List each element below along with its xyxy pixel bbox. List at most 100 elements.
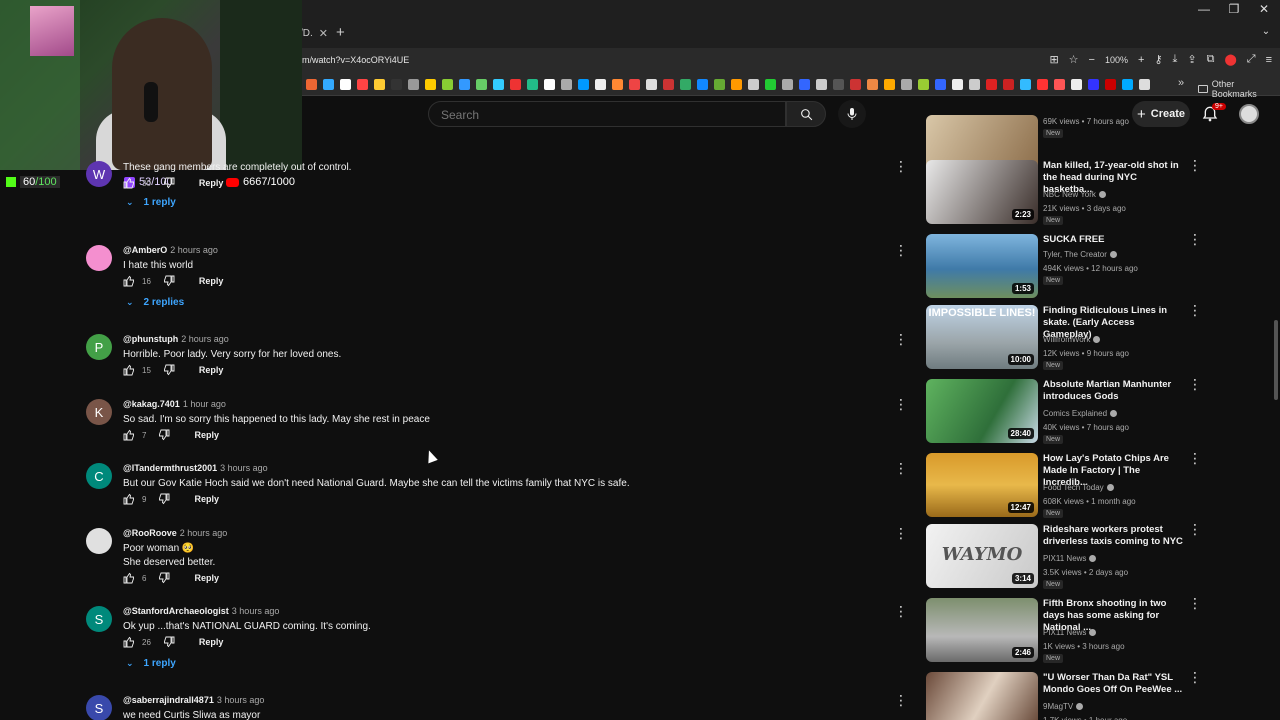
channel-name[interactable]: NBC New York [1043, 188, 1106, 201]
bookmark-favicon-icon[interactable] [952, 79, 963, 90]
channel-name[interactable]: 9MagTV [1043, 700, 1084, 713]
bookmark-favicon-icon[interactable] [374, 79, 385, 90]
bookmark-favicon-icon[interactable] [867, 79, 878, 90]
channel-name[interactable]: PIX11 News [1043, 626, 1097, 639]
comment-username[interactable]: @phunstuph [123, 334, 178, 344]
thumbs-down-icon[interactable] [163, 636, 175, 648]
channel-name[interactable]: Food Tech Today [1043, 481, 1114, 494]
channel-name[interactable]: Comics Explained [1043, 407, 1118, 420]
reply-button[interactable]: Reply [199, 276, 224, 286]
bookmark-favicon-icon[interactable] [1071, 79, 1082, 90]
reply-button[interactable]: Reply [199, 178, 224, 188]
bookmark-favicon-icon[interactable] [527, 79, 538, 90]
bookmark-favicon-icon[interactable] [544, 79, 555, 90]
recommended-video[interactable]: 2:46 Fifth Bronx shooting in two days has… [926, 596, 1202, 664]
new-tab-button[interactable]: + [336, 24, 345, 41]
key-icon[interactable]: ⚷ [1154, 53, 1162, 66]
recommended-video[interactable]: IMPOSSIBLE LINES! 10:00 Finding Ridiculous… [926, 303, 1202, 371]
video-more-options-icon[interactable]: ⋮ [1188, 158, 1202, 172]
bookmark-favicon-icon[interactable] [408, 79, 419, 90]
search-box[interactable] [428, 101, 786, 128]
browser-menu-icon[interactable]: ≡ [1266, 54, 1272, 66]
bookmark-favicon-icon[interactable] [986, 79, 997, 90]
browser-tab[interactable]: /D. ✕ [300, 22, 328, 44]
thumbs-down-icon[interactable] [158, 493, 170, 505]
thumbs-down-icon[interactable] [163, 275, 175, 287]
other-bookmarks[interactable]: Other Bookmarks [1198, 79, 1280, 99]
reply-button[interactable]: Reply [199, 365, 224, 375]
video-thumbnail[interactable]: 2:23 [926, 160, 1038, 224]
voice-search-button[interactable] [838, 100, 866, 128]
bookmark-favicon-icon[interactable] [663, 79, 674, 90]
bookmark-favicon-icon[interactable] [1139, 79, 1150, 90]
bookmark-favicon-icon[interactable] [1054, 79, 1065, 90]
commenter-avatar[interactable]: S [86, 695, 112, 720]
bookmark-favicon-icon[interactable] [901, 79, 912, 90]
thumbs-up-icon[interactable] [123, 364, 135, 376]
bookmark-favicon-icon[interactable] [357, 79, 368, 90]
thumbs-down-icon[interactable] [158, 572, 170, 584]
video-thumbnail[interactable] [926, 672, 1038, 720]
bookmark-favicon-icon[interactable] [323, 79, 334, 90]
bookmark-favicon-icon[interactable] [918, 79, 929, 90]
install-app-icon[interactable]: ⊞ [1049, 53, 1058, 66]
recommended-video[interactable]: "U Worser Than Da Rat" YSL Mondo Goes Of… [926, 670, 1202, 720]
share-icon[interactable]: ⇪ [1187, 53, 1196, 66]
comment-timestamp[interactable]: 2 hours ago [170, 245, 218, 255]
video-thumbnail[interactable]: WAYMO 3:14 [926, 524, 1038, 588]
video-thumbnail[interactable]: 2:46 [926, 598, 1038, 662]
download-icon[interactable]: ⤓ [1173, 53, 1178, 66]
reply-button[interactable]: Reply [199, 637, 224, 647]
bookmark-favicon-icon[interactable] [476, 79, 487, 90]
bookmark-favicon-icon[interactable] [731, 79, 742, 90]
comment-timestamp[interactable]: 2 hours ago [180, 528, 228, 538]
comment-more-options-icon[interactable]: ⋮ [894, 693, 908, 707]
comment-timestamp[interactable]: 2 hours ago [181, 334, 229, 344]
page-scrollbar[interactable] [1274, 320, 1278, 400]
minimize-icon[interactable]: — [1194, 2, 1214, 16]
video-more-options-icon[interactable]: ⋮ [1188, 377, 1202, 391]
commenter-avatar[interactable]: P [86, 334, 112, 360]
bookmark-favicon-icon[interactable] [1003, 79, 1014, 90]
bookmark-favicon-icon[interactable] [680, 79, 691, 90]
thumbs-up-icon[interactable] [123, 572, 135, 584]
video-thumbnail[interactable]: 28:40 [926, 379, 1038, 443]
bookmark-favicon-icon[interactable] [697, 79, 708, 90]
comment-more-options-icon[interactable]: ⋮ [894, 397, 908, 411]
bookmark-favicon-icon[interactable] [306, 79, 317, 90]
bookmark-favicon-icon[interactable] [493, 79, 504, 90]
recommended-video[interactable]: 28:40 Absolute Martian Manhunter introduc… [926, 377, 1202, 445]
bookmark-favicon-icon[interactable] [782, 79, 793, 90]
comment-timestamp[interactable]: 3 hours ago [232, 606, 280, 616]
zoom-in-icon[interactable]: + [1138, 54, 1144, 66]
comment-timestamp[interactable]: 3 hours ago [220, 463, 268, 473]
fullscreen-icon[interactable]: ⤢ [1247, 53, 1256, 66]
video-thumbnail[interactable]: 1:53 [926, 234, 1038, 298]
tab-close-icon[interactable]: ✕ [319, 27, 328, 40]
comment-username[interactable]: @RooRoove [123, 528, 177, 538]
video-thumbnail[interactable]: 12:47 [926, 453, 1038, 517]
view-replies-button[interactable]: ⌄ 1 reply [126, 658, 176, 669]
thumbs-down-icon[interactable] [163, 177, 175, 189]
bookmark-favicon-icon[interactable] [714, 79, 725, 90]
video-title[interactable]: Rideshare workers protest driverless tax… [1043, 524, 1183, 548]
url-text[interactable]: m/watch?v=X4ocORYi4UE [302, 55, 409, 65]
account-avatar[interactable] [1239, 104, 1259, 124]
view-replies-button[interactable]: ⌄ 1 reply [126, 197, 176, 208]
bookmark-favicon-icon[interactable] [561, 79, 572, 90]
bookmark-favicon-icon[interactable] [425, 79, 436, 90]
comment-username[interactable]: @saberrajindrall4871 [123, 695, 214, 705]
search-button[interactable] [786, 101, 826, 127]
comment-username[interactable]: @kakag.7401 [123, 399, 180, 409]
video-more-options-icon[interactable]: ⋮ [1188, 232, 1202, 246]
reply-button[interactable]: Reply [194, 494, 219, 504]
video-title[interactable]: SUCKA FREE [1043, 234, 1183, 246]
bookmark-favicon-icon[interactable] [578, 79, 589, 90]
comment-more-options-icon[interactable]: ⋮ [894, 461, 908, 475]
thumbs-up-icon[interactable] [123, 275, 135, 287]
bookmark-favicon-icon[interactable] [459, 79, 470, 90]
bookmark-favicon-icon[interactable] [510, 79, 521, 90]
comment-more-options-icon[interactable]: ⋮ [894, 243, 908, 257]
bookmark-favicon-icon[interactable] [646, 79, 657, 90]
commenter-avatar[interactable] [86, 245, 112, 271]
